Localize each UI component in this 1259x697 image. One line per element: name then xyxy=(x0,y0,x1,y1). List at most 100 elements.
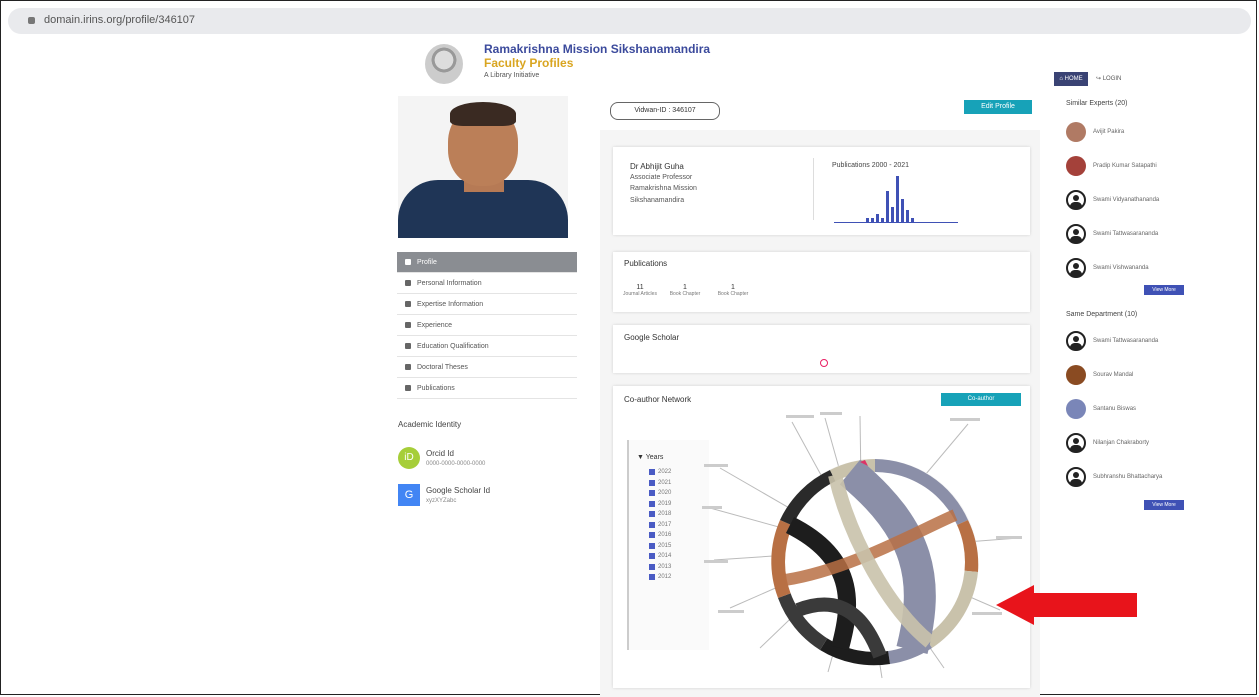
publications-chart-title: Publications 2000 - 2021 xyxy=(832,162,910,169)
lock-icon xyxy=(28,17,35,24)
stat-label: Book Chapter xyxy=(717,291,749,297)
histogram-bar xyxy=(896,176,899,222)
checkbox-icon xyxy=(649,563,655,570)
sidebar-item-doctoral-theses[interactable]: Doctoral Theses xyxy=(397,357,577,378)
site-title: Ramakrishna Mission Sikshanamandira xyxy=(484,42,711,56)
checkbox-icon xyxy=(649,511,655,518)
sidebar-item-expertise[interactable]: Expertise Information xyxy=(397,294,577,315)
expert-name: Pradip Kumar Satapathi xyxy=(1093,163,1157,169)
sidebar-item-publications[interactable]: Publications xyxy=(397,378,577,399)
checkbox-icon xyxy=(649,479,655,486)
url-text: domain.irins.org/profile/346107 xyxy=(44,14,196,26)
checkbox-icon xyxy=(649,521,655,528)
vidwan-id-badge: Vidwan-ID : 346107 xyxy=(610,102,720,120)
checkbox-icon xyxy=(649,532,655,539)
year-label: 2017 xyxy=(658,521,672,528)
department-member-name: Sourav Mandal xyxy=(1093,372,1134,378)
annotation-arrow-head xyxy=(996,585,1034,625)
faculty-name: Dr Abhijit Guha xyxy=(630,162,684,171)
list-item[interactable]: Pradip Kumar Satapathi xyxy=(1066,149,1186,183)
histogram-baseline xyxy=(834,222,958,223)
list-item[interactable]: Avijit Pakira xyxy=(1066,115,1186,149)
checkbox-icon xyxy=(649,490,655,497)
department-member-name: Santanu Biswas xyxy=(1093,406,1137,412)
histogram-bar xyxy=(891,207,894,222)
department-member-name: Subhranshu Bhattacharya xyxy=(1093,474,1163,480)
user-placeholder-icon xyxy=(1066,467,1086,487)
sidebar-item-experience[interactable]: Experience xyxy=(397,315,577,336)
histogram-bar xyxy=(876,214,879,222)
annotation-arrow-shaft xyxy=(1033,593,1137,617)
publication-stat[interactable]: 11 Journal Articles xyxy=(622,284,658,297)
briefcase-icon xyxy=(405,322,411,328)
view-more-button[interactable]: View More xyxy=(1144,285,1184,295)
sidebar-item-personal-information[interactable]: Personal Information xyxy=(397,273,577,294)
publications-histogram xyxy=(866,172,956,222)
year-label: 2022 xyxy=(658,469,672,476)
login-label: LOGIN xyxy=(1102,76,1122,82)
user-placeholder-icon xyxy=(1066,224,1086,244)
stat-value: 11 xyxy=(636,284,644,291)
google-scholar-icon[interactable]: G xyxy=(398,484,420,506)
list-item[interactable]: Nilanjan Chakraborty xyxy=(1066,426,1186,460)
publication-stat[interactable]: 1 Book Chapter xyxy=(664,284,706,297)
coauthor-chord-diagram[interactable] xyxy=(700,410,1030,685)
stat-value: 1 xyxy=(683,284,687,291)
edit-profile-button[interactable]: Edit Profile xyxy=(964,100,1032,114)
publications-card xyxy=(613,252,1030,312)
year-label: 2019 xyxy=(658,500,672,507)
home-button[interactable]: ⌂ HOME xyxy=(1054,72,1088,86)
sidebar-item-label: Experience xyxy=(417,321,453,329)
site-tagline: A Library Initiative xyxy=(484,72,540,79)
stat-label: Book Chapter xyxy=(669,291,701,297)
expert-name: Avijit Pakira xyxy=(1093,129,1125,135)
sidebar-item-label: Education Qualification xyxy=(417,342,489,350)
address-bar[interactable]: domain.irins.org/profile/346107 xyxy=(8,8,1251,34)
login-link[interactable]: ↪ LOGIN xyxy=(1096,75,1121,82)
sidebar-item-label: Profile xyxy=(417,258,437,266)
checkbox-icon xyxy=(649,500,655,507)
coauthor-button[interactable]: Co-author xyxy=(941,393,1021,406)
expert-name: Swami Vidyanathananda xyxy=(1093,197,1160,203)
profile-sidebar-menu: Profile Personal Information Expertise I… xyxy=(397,252,577,399)
sidebar-item-label: Personal Information xyxy=(417,279,482,287)
checkbox-icon xyxy=(649,553,655,560)
list-item[interactable]: Swami Tattwasarananda xyxy=(1066,217,1186,251)
publications-title: Publications xyxy=(624,259,668,268)
google-scholar-value: xyzXYZabc xyxy=(426,498,457,504)
orcid-icon[interactable]: iD xyxy=(398,447,420,469)
publication-stat[interactable]: 1 Book Chapter xyxy=(712,284,754,297)
view-more-button[interactable]: View More xyxy=(1144,500,1184,510)
list-item[interactable]: Subhranshu Bhattacharya xyxy=(1066,460,1186,494)
list-item[interactable]: Swami Tattwasarananda xyxy=(1066,324,1186,358)
user-placeholder-icon xyxy=(1066,190,1086,210)
years-label: Years xyxy=(645,454,664,461)
histogram-bar xyxy=(901,199,904,222)
avatar xyxy=(1066,399,1086,419)
similar-experts-panel: Similar Experts (20) Avijit Pakira Pradi… xyxy=(1066,100,1186,510)
avatar xyxy=(1066,156,1086,176)
avatar xyxy=(1066,365,1086,385)
list-item[interactable]: Sourav Mandal xyxy=(1066,358,1186,392)
list-item[interactable]: Swami Vidyanathananda xyxy=(1066,183,1186,217)
similar-experts-heading: Similar Experts (20) xyxy=(1066,100,1128,107)
stat-value: 1 xyxy=(731,284,735,291)
year-label: 2021 xyxy=(658,479,672,486)
orcid-value: 0000-0000-0000-0000 xyxy=(426,461,486,467)
graduation-cap-icon xyxy=(405,343,411,349)
years-filter-heading: ▼ Years xyxy=(637,454,664,461)
sidebar-item-education[interactable]: Education Qualification xyxy=(397,336,577,357)
profile-photo xyxy=(398,96,568,238)
person-icon xyxy=(405,280,411,286)
list-item[interactable]: Swami Vishwananda xyxy=(1066,251,1186,285)
year-label: 2014 xyxy=(658,553,672,560)
google-scholar-label[interactable]: Google Scholar Id xyxy=(426,486,490,495)
year-label: 2016 xyxy=(658,532,672,539)
orcid-label[interactable]: Orcid Id xyxy=(426,449,454,458)
list-item[interactable]: Santanu Biswas xyxy=(1066,392,1186,426)
year-label: 2018 xyxy=(658,511,672,518)
sidebar-item-label: Publications xyxy=(417,384,455,392)
year-label: 2012 xyxy=(658,574,672,581)
histogram-bar xyxy=(906,210,909,222)
sidebar-item-profile[interactable]: Profile xyxy=(397,252,577,273)
